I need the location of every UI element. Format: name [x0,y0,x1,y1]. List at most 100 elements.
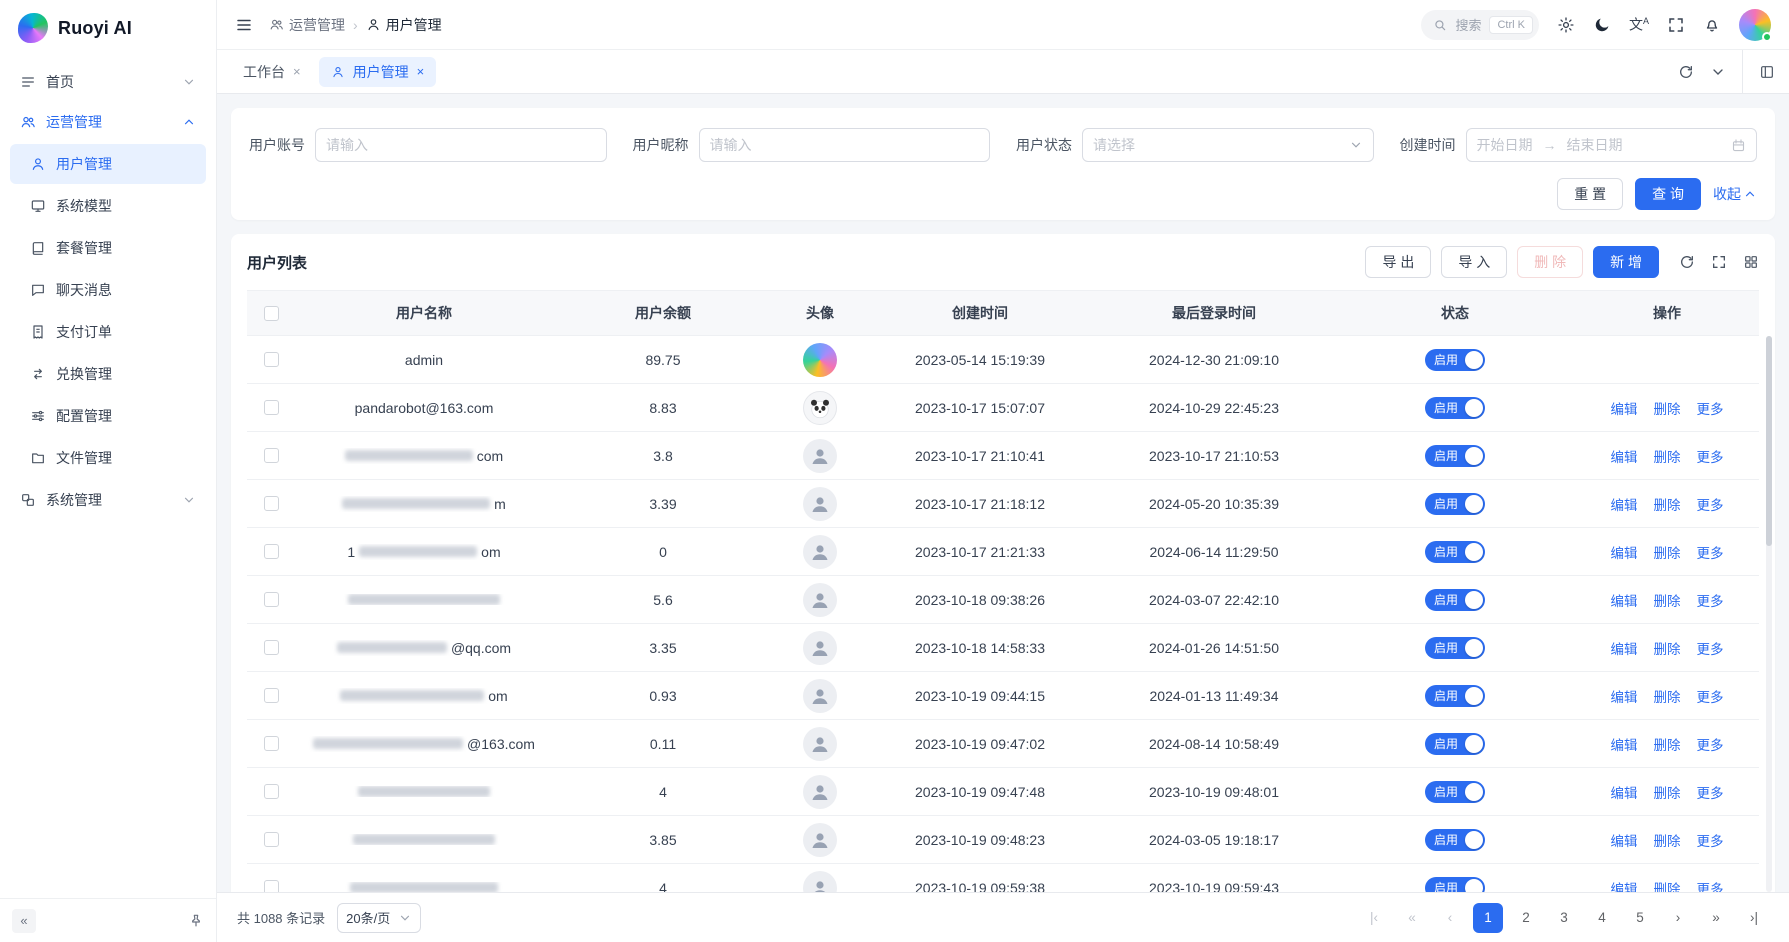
page-button-4[interactable]: 4 [1587,903,1617,933]
sidebar-item-payment-orders[interactable]: 支付订单 [10,312,206,352]
page-button-3[interactable]: 3 [1549,903,1579,933]
more-link[interactable]: 更多 [1697,446,1724,466]
row-checkbox[interactable] [264,496,279,511]
more-link[interactable]: 更多 [1697,542,1724,562]
import-button[interactable]: 导 入 [1441,246,1507,278]
status-toggle[interactable]: 启用 [1425,781,1485,803]
user-avatar[interactable] [1739,9,1771,41]
edit-link[interactable]: 编辑 [1611,686,1638,706]
tab-workbench[interactable]: 工作台 × [231,57,313,87]
add-button[interactable]: 新 增 [1593,246,1659,278]
prev-page-button[interactable]: ‹ [1435,903,1465,933]
row-checkbox[interactable] [264,400,279,415]
prev-jump-button[interactable]: « [1397,903,1427,933]
brand[interactable]: Ruoyi AI [0,0,216,56]
column-settings-grid-icon[interactable] [1743,254,1759,270]
row-checkbox[interactable] [264,448,279,463]
hamburger-menu-icon[interactable] [235,16,253,34]
tab-user-management[interactable]: 用户管理 × [319,57,437,87]
edit-link[interactable]: 编辑 [1611,830,1638,850]
date-range-picker[interactable]: 开始日期 → 结束日期 [1466,128,1758,162]
delete-link[interactable]: 删除 [1654,782,1681,802]
row-checkbox[interactable] [264,640,279,655]
sidebar-item-file-management[interactable]: 文件管理 [10,438,206,478]
status-toggle[interactable]: 启用 [1425,685,1485,707]
delete-button[interactable]: 删 除 [1517,246,1583,278]
edit-link[interactable]: 编辑 [1611,398,1638,418]
status-toggle[interactable]: 启用 [1425,829,1485,851]
delete-link[interactable]: 删除 [1654,830,1681,850]
language-translate-icon[interactable]: 文A [1629,17,1649,32]
more-link[interactable]: 更多 [1697,734,1724,754]
page-button-1[interactable]: 1 [1473,903,1503,933]
row-checkbox[interactable] [264,592,279,607]
status-select[interactable]: 请选择 [1082,128,1374,162]
more-link[interactable]: 更多 [1697,398,1724,418]
more-link[interactable]: 更多 [1697,590,1724,610]
row-checkbox[interactable] [264,832,279,847]
status-toggle[interactable]: 启用 [1425,445,1485,467]
global-search[interactable]: 搜索 Ctrl K [1421,10,1539,40]
row-checkbox[interactable] [264,688,279,703]
fullscreen-icon[interactable] [1711,254,1727,270]
edit-link[interactable]: 编辑 [1611,878,1638,893]
collapse-filters-link[interactable]: 收起 [1713,184,1757,204]
status-toggle[interactable]: 启用 [1425,733,1485,755]
edit-link[interactable]: 编辑 [1611,782,1638,802]
page-button-2[interactable]: 2 [1511,903,1541,933]
edit-link[interactable]: 编辑 [1611,590,1638,610]
fullscreen-icon[interactable] [1667,16,1685,34]
notifications-bell-icon[interactable] [1703,16,1721,34]
edit-link[interactable]: 编辑 [1611,542,1638,562]
more-link[interactable]: 更多 [1697,830,1724,850]
row-checkbox[interactable] [264,544,279,559]
delete-link[interactable]: 删除 [1654,878,1681,893]
page-button-5[interactable]: 5 [1625,903,1655,933]
first-page-button[interactable]: |‹ [1359,903,1389,933]
delete-link[interactable]: 删除 [1654,398,1681,418]
delete-link[interactable]: 删除 [1654,638,1681,658]
sidebar-item-home[interactable]: 首页 [10,62,206,102]
status-toggle[interactable]: 启用 [1425,877,1485,893]
more-link[interactable]: 更多 [1697,638,1724,658]
sidebar-item-operations[interactable]: 运营管理 [10,102,206,142]
sidebar-item-system-model[interactable]: 系统模型 [10,186,206,226]
sidebar-collapse-button[interactable]: « [12,909,36,933]
row-checkbox[interactable] [264,880,279,892]
sidebar-item-exchange-management[interactable]: 兑换管理 [10,354,206,394]
scrollbar-thumb[interactable] [1766,336,1772,546]
select-all-checkbox[interactable] [264,306,279,321]
row-checkbox[interactable] [264,784,279,799]
edit-link[interactable]: 编辑 [1611,494,1638,514]
edit-link[interactable]: 编辑 [1611,734,1638,754]
status-toggle[interactable]: 启用 [1425,349,1485,371]
status-toggle[interactable]: 启用 [1425,637,1485,659]
sidebar-item-package-management[interactable]: 套餐管理 [10,228,206,268]
delete-link[interactable]: 删除 [1654,446,1681,466]
edit-link[interactable]: 编辑 [1611,638,1638,658]
settings-gear-icon[interactable] [1557,16,1575,34]
search-button[interactable]: 查 询 [1635,178,1701,210]
next-jump-button[interactable]: » [1701,903,1731,933]
layout-expand-icon[interactable] [1759,64,1775,80]
status-toggle[interactable]: 启用 [1425,589,1485,611]
close-tab-icon[interactable]: × [417,65,425,78]
delete-link[interactable]: 删除 [1654,734,1681,754]
delete-link[interactable]: 删除 [1654,590,1681,610]
status-toggle[interactable]: 启用 [1425,541,1485,563]
refresh-icon[interactable] [1679,254,1695,270]
more-link[interactable]: 更多 [1697,878,1724,893]
close-tab-icon[interactable]: × [293,65,301,78]
status-toggle[interactable]: 启用 [1425,397,1485,419]
account-input[interactable] [315,128,607,162]
reset-button[interactable]: 重 置 [1557,178,1623,210]
last-page-button[interactable]: ›| [1739,903,1769,933]
status-toggle[interactable]: 启用 [1425,493,1485,515]
next-page-button[interactable]: › [1663,903,1693,933]
breadcrumb-item-user-management[interactable]: 用户管理 [366,15,442,35]
nickname-input[interactable] [699,128,991,162]
edit-link[interactable]: 编辑 [1611,446,1638,466]
chevron-down-icon[interactable] [1710,64,1726,80]
sidebar-item-chat-messages[interactable]: 聊天消息 [10,270,206,310]
refresh-icon[interactable] [1678,64,1694,80]
